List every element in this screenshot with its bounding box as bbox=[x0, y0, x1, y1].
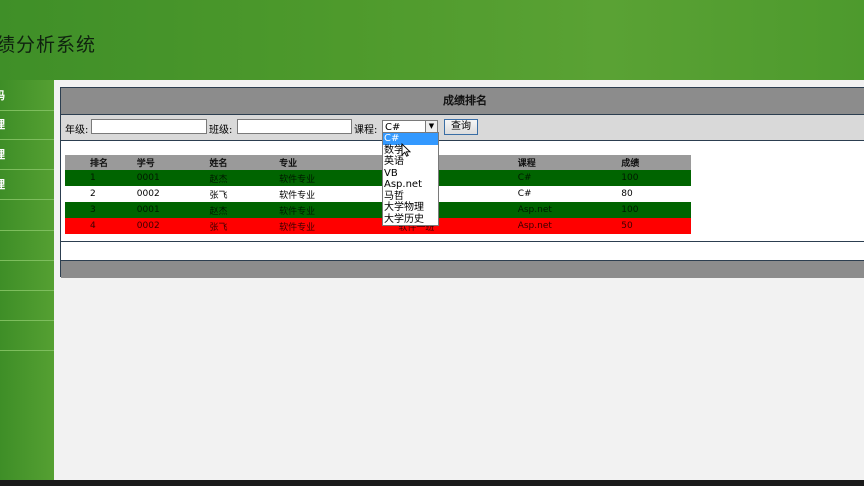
table-cell-score: 100 bbox=[621, 202, 691, 218]
table-cell-id: 0001 bbox=[136, 202, 210, 218]
filter-bar: 年级: 班级: 课程: C# ▼ 查询 bbox=[61, 115, 864, 141]
col-header-name[interactable]: 姓名 bbox=[209, 155, 280, 170]
table-cell-name: 赵杰 bbox=[209, 202, 280, 218]
table-header-row: 排名 学号 姓名 专业 课程 成绩 bbox=[65, 155, 691, 170]
panel-footer bbox=[61, 260, 864, 278]
table-cell-major: 软件专业 bbox=[279, 170, 399, 186]
sidebar-item-1[interactable]: 码 bbox=[0, 82, 54, 111]
table-cell-id: 0002 bbox=[136, 218, 210, 234]
col-header-rank[interactable]: 排名 bbox=[65, 155, 137, 170]
sidebar-divider bbox=[0, 320, 54, 321]
sidebar-item-label: 理 bbox=[0, 178, 5, 191]
table-cell-rank: 4 bbox=[65, 218, 137, 234]
chevron-down-icon[interactable]: ▼ bbox=[425, 121, 437, 132]
table-cell-rank: 1 bbox=[65, 170, 137, 186]
table-row[interactable]: 3 0001 赵杰 软件专业 Asp.net 100 bbox=[65, 202, 691, 218]
sidebar-item-label: 码 bbox=[0, 89, 5, 102]
table-row[interactable]: 2 0002 张飞 软件专业 C# 80 bbox=[65, 186, 691, 202]
sidebar-item-label: 理 bbox=[0, 148, 5, 161]
class-label: 班级: bbox=[209, 125, 233, 136]
table-cell-id: 0002 bbox=[136, 186, 210, 202]
col-header-score[interactable]: 成绩 bbox=[621, 155, 691, 170]
table-cell-course: C# bbox=[517, 170, 622, 186]
grade-label: 年级: bbox=[65, 125, 89, 136]
table-cell-score: 80 bbox=[621, 186, 691, 202]
table-cell-name: 张飞 bbox=[209, 218, 280, 234]
table-cell-name: 赵杰 bbox=[209, 170, 280, 186]
table-cell-course: C# bbox=[517, 186, 622, 202]
table-cell-rank: 2 bbox=[65, 186, 137, 202]
app-title: 绩分析系统 bbox=[0, 34, 97, 56]
table-cell-name: 张飞 bbox=[209, 186, 280, 202]
table-row[interactable]: 4 0002 张飞 软件专业 软件一班 Asp.net 50 bbox=[65, 218, 691, 234]
table-cell-rank: 3 bbox=[65, 202, 137, 218]
sidebar-item-4[interactable]: 理 bbox=[0, 171, 54, 200]
sidebar-item-2[interactable]: 理 bbox=[0, 111, 54, 140]
sidebar-divider bbox=[0, 230, 54, 231]
course-option[interactable]: Asp.net bbox=[383, 179, 438, 191]
sidebar-item-3[interactable]: 理 bbox=[0, 141, 54, 170]
course-label: 课程: bbox=[354, 125, 378, 136]
sidebar-divider bbox=[0, 290, 54, 291]
sidebar-divider bbox=[0, 350, 54, 351]
col-header-id[interactable]: 学号 bbox=[136, 155, 210, 170]
course-option[interactable]: 马哲 bbox=[383, 191, 438, 203]
query-button[interactable]: 查询 bbox=[444, 119, 478, 135]
sidebar-divider bbox=[0, 260, 54, 261]
table-cell-major: 软件专业 bbox=[279, 186, 399, 202]
table-cell-id: 0001 bbox=[136, 170, 210, 186]
app-header: 绩分析系统 bbox=[0, 0, 864, 80]
mouse-cursor-icon bbox=[401, 143, 411, 157]
table-cell-score: 100 bbox=[621, 170, 691, 186]
course-option[interactable]: 大学历史 bbox=[383, 214, 438, 226]
table-cell-major: 软件专业 bbox=[279, 218, 399, 234]
table-cell-major: 软件专业 bbox=[279, 202, 399, 218]
panel-title: 成绩排名 bbox=[61, 88, 864, 115]
table-row[interactable]: 1 0001 赵杰 软件专业 C# 100 bbox=[65, 170, 691, 186]
ranking-table: 排名 学号 姓名 专业 课程 成绩 1 0001 赵杰 软件专业 C# 100 2 0002 张… bbox=[65, 155, 691, 234]
window-bottom-edge bbox=[0, 480, 864, 486]
course-option[interactable]: 英语 bbox=[383, 156, 438, 168]
sidebar: 码 理 理 理 bbox=[0, 80, 54, 486]
course-option[interactable]: VB bbox=[383, 168, 438, 180]
table-cell-course: Asp.net bbox=[517, 202, 622, 218]
grade-input[interactable] bbox=[91, 119, 207, 134]
col-header-major[interactable]: 专业 bbox=[279, 155, 399, 170]
col-header-course[interactable]: 课程 bbox=[517, 155, 622, 170]
sidebar-item-label: 理 bbox=[0, 118, 5, 131]
course-option[interactable]: 大学物理 bbox=[383, 202, 438, 214]
table-cell-course: Asp.net bbox=[517, 218, 622, 234]
table-cell-score: 50 bbox=[621, 218, 691, 234]
panel-divider bbox=[61, 241, 864, 242]
score-ranking-panel: 成绩排名 年级: 班级: 课程: C# ▼ 查询 排名 学号 姓名 专业 课程 … bbox=[60, 87, 864, 278]
class-input[interactable] bbox=[237, 119, 352, 134]
